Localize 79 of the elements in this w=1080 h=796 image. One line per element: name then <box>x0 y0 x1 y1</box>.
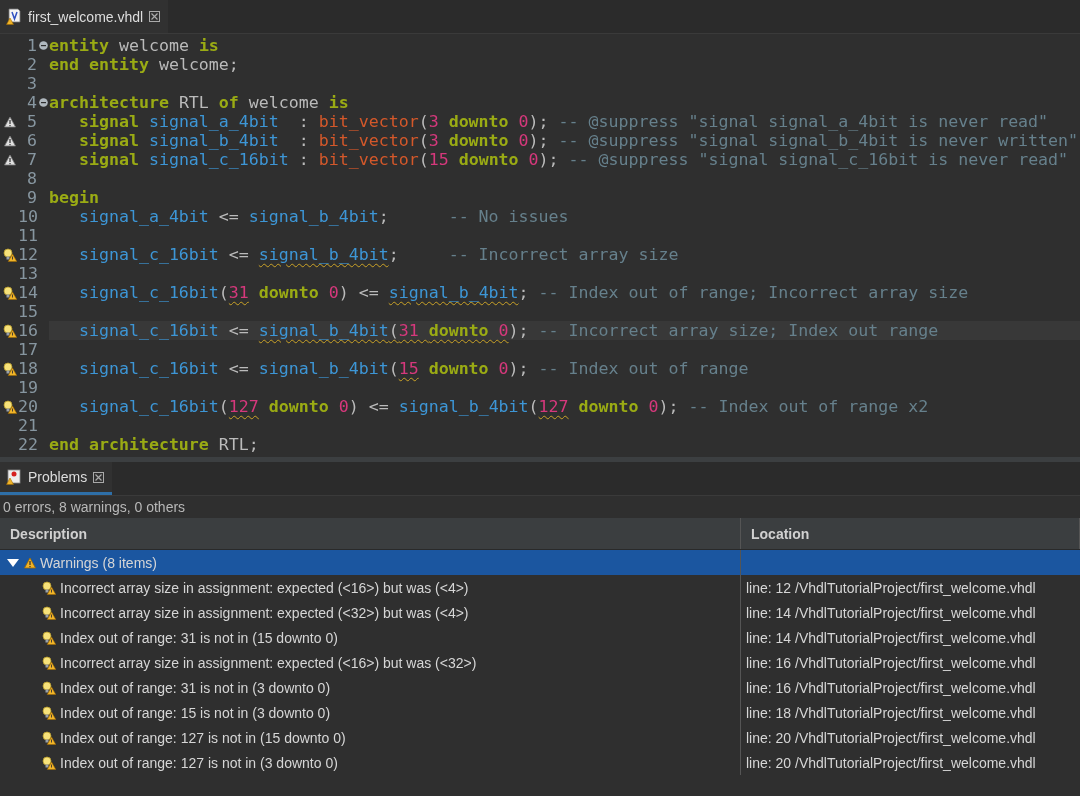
line-number: 12 <box>18 245 37 264</box>
problem-location: line: 20 /VhdlTutorialProject/first_welcome.vhdl <box>745 729 1037 746</box>
lightbulb-warning-icon <box>42 755 56 770</box>
problem-location: line: 16 /VhdlTutorialProject/first_welcome.vhdl <box>745 654 1037 671</box>
line-number: 5 <box>26 112 37 131</box>
code-line: entity welcome is <box>49 36 220 55</box>
code-line: end architecture RTL; <box>49 435 260 454</box>
collapse-icon[interactable] <box>38 41 48 50</box>
line-number: 16 <box>18 321 37 340</box>
problems-icon <box>6 469 22 485</box>
lightbulb-warning-icon <box>42 655 56 670</box>
lightbulb-warning-icon <box>42 730 56 745</box>
lightbulb-warning-icon <box>3 361 17 376</box>
line-number: 17 <box>18 340 37 359</box>
code-line: architecture RTL of welcome is <box>49 93 350 112</box>
line-number: 6 <box>26 131 37 150</box>
column-header[interactable]: Description <box>0 518 741 549</box>
problem-location: line: 14 /VhdlTutorialProject/first_welcome.vhdl <box>745 629 1037 646</box>
problem-description: Index out of range: 31 is not in (15 downto 0) <box>60 629 338 646</box>
lightbulb-warning-icon <box>42 680 56 695</box>
warning-icon <box>4 134 16 147</box>
close-icon[interactable] <box>149 11 161 22</box>
lightbulb-warning-icon <box>3 285 17 300</box>
file-warning-icon <box>6 8 22 25</box>
warning-icon <box>4 153 16 166</box>
column-header[interactable]: Location <box>741 518 1080 549</box>
editor-tab[interactable]: first_welcome.vhdl <box>0 0 169 33</box>
line-number: 3 <box>26 74 37 93</box>
code-line: signal signal_a_4bit : bit_vector(3 downto 0); -- @suppress "signal signal_a_4bit is never read" <box>77 112 1050 131</box>
lightbulb-warning-icon <box>3 323 17 338</box>
line-number: 22 <box>18 435 37 454</box>
problem-description: Incorrect array size in assignment: expected (<32>) but was (<4>) <box>60 604 469 621</box>
line-number: 14 <box>18 283 37 302</box>
problem-description: Index out of range: 15 is not in (3 downto 0) <box>60 704 331 721</box>
warnings-group-row[interactable]: Warnings (8 items) <box>0 550 1080 575</box>
problem-location: line: 14 /VhdlTutorialProject/first_welcome.vhdl <box>745 604 1037 621</box>
code-line: signal_c_16bit(127 downto 0) <= signal_b_4bit(127 downto 0); -- Index out of range x2 <box>77 397 930 416</box>
line-number: 19 <box>18 378 37 397</box>
line-number: 18 <box>18 359 37 378</box>
code-line: signal_c_16bit <= signal_b_4bit; -- Incorrect array size <box>77 245 680 264</box>
code-line: begin <box>49 188 100 207</box>
lightbulb-warning-icon <box>42 630 56 645</box>
problem-description: Index out of range: 127 is not in (3 downto 0) <box>60 754 338 771</box>
line-number: 8 <box>26 169 37 188</box>
problem-description: Incorrect array size in assignment: expected (<16>) but was (<32>) <box>60 654 477 671</box>
line-number: 4 <box>26 93 37 112</box>
lightbulb-warning-icon <box>42 580 56 595</box>
warning-icon <box>4 115 16 128</box>
line-number: 9 <box>26 188 37 207</box>
line-number: 2 <box>26 55 37 74</box>
problems-tab[interactable]: Problems <box>0 462 113 495</box>
problem-location: line: 12 /VhdlTutorialProject/first_welcome.vhdl <box>745 579 1037 596</box>
line-number: 21 <box>18 416 37 435</box>
problem-description: Incorrect array size in assignment: expected (<16>) but was (<4>) <box>60 579 469 596</box>
code-line: signal_c_16bit <= signal_b_4bit(15 downto 0); -- Index out of range <box>77 359 750 378</box>
problem-description: Index out of range: 127 is not in (15 downto 0) <box>60 729 346 746</box>
line-number: 1 <box>26 36 37 55</box>
line-number: 7 <box>26 150 37 169</box>
line-number: 15 <box>18 302 37 321</box>
code-line: signal_a_4bit <= signal_b_4bit; -- No issues <box>77 207 570 226</box>
problem-location: line: 20 /VhdlTutorialProject/first_welcome.vhdl <box>745 754 1037 771</box>
warning-icon <box>24 556 36 569</box>
code-line: end entity welcome; <box>49 55 240 74</box>
lightbulb-warning-icon <box>42 705 56 720</box>
close-icon[interactable] <box>93 471 105 483</box>
code-line: signal signal_b_4bit : bit_vector(3 downto 0); -- @suppress "signal signal_b_4bit is never written" <box>77 131 1080 150</box>
lightbulb-warning-icon <box>3 247 17 262</box>
line-number: 11 <box>18 226 37 245</box>
problem-description: Index out of range: 31 is not in (3 downto 0) <box>60 679 331 696</box>
line-number: 10 <box>18 207 37 226</box>
code-line: signal signal_c_16bit : bit_vector(15 downto 0); -- @suppress "signal signal_c_16bit is never read" <box>77 150 1070 169</box>
problem-location: line: 16 /VhdlTutorialProject/first_welcome.vhdl <box>745 679 1037 696</box>
lightbulb-warning-icon <box>3 399 17 414</box>
lightbulb-warning-icon <box>42 605 56 620</box>
problem-location: line: 18 /VhdlTutorialProject/first_welcome.vhdl <box>745 704 1037 721</box>
line-number: 13 <box>18 264 37 283</box>
collapse-icon[interactable] <box>38 98 48 107</box>
code-line: signal_c_16bit(31 downto 0) <= signal_b_4bit; -- Index out of range; Incorrect array size <box>77 283 970 302</box>
line-number: 20 <box>18 397 37 416</box>
